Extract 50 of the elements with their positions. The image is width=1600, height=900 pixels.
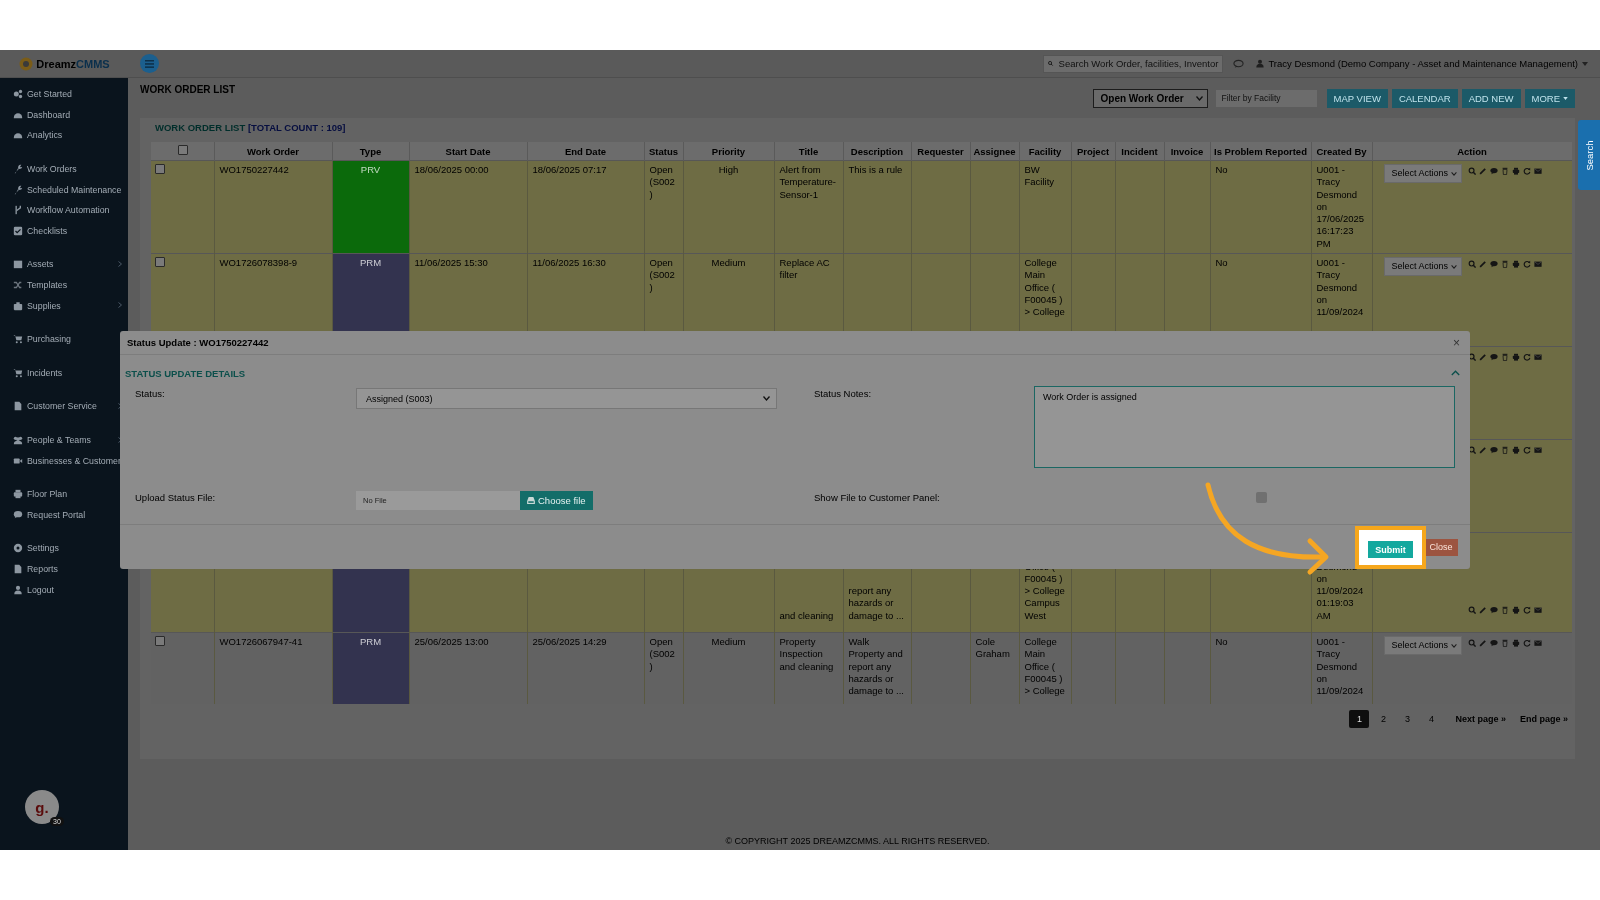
table-cell: College Main Office ( F00045 ) > College — [1019, 632, 1071, 704]
table-cell: 18/06/2025 00:00 — [409, 160, 527, 254]
column-header: Facility — [1019, 142, 1071, 161]
column-header: Incident — [1115, 142, 1164, 161]
logo-text: DreamzCMMS — [36, 57, 110, 70]
table-cell: 25/06/2025 14:29 — [527, 632, 644, 704]
table-cell: This is a rule — [843, 160, 911, 254]
table-cell: Alert from Temperature-Sensor-1 — [774, 160, 843, 254]
table-cell: No — [1210, 160, 1311, 254]
table-cell: WO1726067947-41 — [214, 632, 332, 704]
table-cell: Property Inspection and cleaning — [774, 632, 843, 704]
copyright-text: © COPYRIGHT 2025 DREAMZCMMS. ALL RIGHTS RESERVED. — [724, 836, 991, 846]
table-cell: 18/06/2025 07:17 — [527, 160, 644, 254]
column-header: End Date — [527, 142, 644, 161]
field-label: Show File to Customer Panel: — [814, 491, 941, 505]
column-header: Title — [774, 142, 843, 161]
table-cell: No — [1210, 632, 1311, 704]
column-header: Description — [843, 142, 911, 161]
column-header: Project — [1071, 142, 1115, 161]
table-cell: Open (S002) — [644, 160, 683, 254]
column-header: Status — [644, 142, 683, 161]
column-header: Work Order — [214, 142, 332, 161]
section-title: STATUS UPDATE DETAILS — [125, 367, 246, 379]
column-header: Priority — [683, 142, 774, 161]
column-header: Action — [1372, 142, 1572, 161]
column-header: Assignee — [970, 142, 1019, 161]
column-header: Created By — [1311, 142, 1372, 161]
search-placeholder: Search Work Order, facilities, Inventor — [1058, 58, 1219, 69]
table-cell: Walk Property and report any hazards or damage to ... — [843, 632, 911, 704]
table-cell: 25/06/2025 13:00 — [409, 632, 527, 704]
table-cell: Medium — [683, 632, 774, 704]
column-header: Type — [332, 142, 409, 161]
table-cell: Open (S002) — [644, 632, 683, 704]
table-cell: U001 - Tracy Desmond on 17/06/2025 16:17:23 PM — [1311, 160, 1372, 254]
table-cell: High — [683, 160, 774, 254]
field-label: Status: — [135, 387, 166, 401]
facility-placeholder: Filter by Facility — [1221, 93, 1281, 103]
table-cell: Cole Graham — [970, 632, 1019, 704]
column-header: Is Problem Reported — [1210, 142, 1311, 161]
field-label: Upload Status File: — [135, 491, 217, 505]
table-cell: WO1750227442 — [214, 160, 332, 254]
column-header: Start Date — [409, 142, 527, 161]
column-header: Requester — [911, 142, 970, 161]
page-title: WORK ORDER LIST — [140, 84, 235, 95]
type-cell: PRV — [332, 160, 409, 254]
type-cell: PRM — [332, 632, 409, 704]
field-label: Status Notes: — [814, 387, 873, 401]
column-header: Invoice — [1164, 142, 1210, 161]
table-cell: BW Facility — [1019, 160, 1071, 254]
list-heading: WORK ORDER LIST [TOTAL COUNT : 109] — [155, 122, 347, 135]
